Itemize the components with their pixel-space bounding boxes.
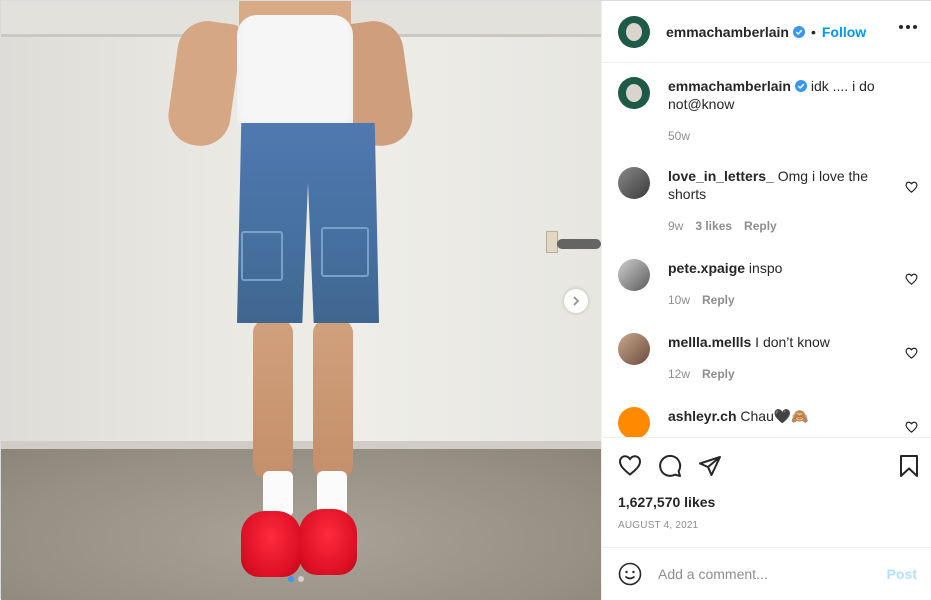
avatar[interactable] — [618, 407, 650, 437]
more-options-button[interactable] — [899, 25, 917, 29]
caption-body: emmachamberlain idk .... i do not@know 5… — [668, 77, 908, 145]
reply-button[interactable]: Reply — [744, 217, 777, 235]
comment-username[interactable]: ashleyr.ch — [668, 408, 737, 424]
comment-item: mellla.mellls I don’t know 12w Reply — [618, 333, 918, 383]
photo-tank-top — [237, 15, 353, 131]
more-icon-dot — [906, 25, 910, 29]
comment-likes[interactable]: 3 likes — [695, 217, 732, 235]
share-icon[interactable] — [698, 454, 722, 478]
photo-pocket-left — [241, 231, 283, 281]
avatar[interactable] — [618, 77, 650, 109]
comment-item: love_in_letters_ Omg i love the shorts 9… — [618, 167, 918, 235]
photo-leg-left — [253, 319, 293, 479]
chevron-right-icon — [573, 296, 580, 306]
post-actions: 1,627,570 likes AUGUST 4, 2021 — [602, 437, 931, 547]
avatar[interactable] — [618, 167, 650, 199]
heart-icon[interactable] — [618, 454, 642, 476]
follow-button[interactable]: Follow — [822, 24, 866, 40]
comment-icon[interactable] — [658, 454, 682, 478]
timestamp[interactable]: 10w — [668, 291, 690, 309]
carousel-dot-active — [288, 576, 294, 582]
header-username[interactable]: emmachamberlain — [666, 24, 789, 40]
comment-body: ashleyr.ch Chau🖤🙈 — [668, 407, 908, 437]
avatar[interactable] — [618, 333, 650, 365]
post-date: AUGUST 4, 2021 — [618, 520, 699, 531]
comment-body: pete.xpaige inspo 10w Reply — [668, 259, 908, 309]
timestamp[interactable]: 12w — [668, 365, 690, 383]
timestamp[interactable]: 50w — [668, 127, 690, 145]
comment-username[interactable]: love_in_letters_ — [668, 168, 774, 184]
photo-slipper-left — [241, 511, 301, 577]
header-separator: • — [810, 23, 816, 40]
avatar[interactable] — [618, 259, 650, 291]
next-slide-button[interactable] — [564, 289, 588, 313]
caption-username[interactable]: emmachamberlain — [668, 78, 791, 94]
carousel-dot — [298, 576, 304, 582]
comment-meta: 10w Reply — [668, 291, 908, 309]
more-icon-dot — [913, 25, 917, 29]
comment-text: inspo — [748, 260, 783, 276]
comment-input[interactable] — [658, 566, 878, 582]
reply-button[interactable]: Reply — [702, 365, 735, 383]
heart-icon[interactable] — [905, 421, 918, 433]
carousel-dots — [288, 576, 304, 582]
photo-slipper-right — [299, 509, 357, 575]
heart-icon[interactable] — [905, 181, 918, 193]
comment-text: Chau🖤🙈 — [740, 408, 809, 424]
comment-meta: 12w Reply — [668, 365, 908, 383]
post-modal: emmachamberlain • Follow emmachamberlain… — [0, 0, 931, 600]
post-side-panel: emmachamberlain • Follow emmachamberlain… — [601, 1, 931, 600]
comment-item: ashleyr.ch Chau🖤🙈 — [618, 407, 918, 437]
avatar[interactable] — [618, 15, 650, 48]
heart-icon[interactable] — [905, 273, 918, 285]
caption-meta: 50w — [668, 127, 908, 145]
comment-meta: 9w 3 likes Reply — [668, 217, 908, 235]
comment-body: mellla.mellls I don’t know 12w Reply — [668, 333, 908, 383]
comment-item: pete.xpaige inspo 10w Reply — [618, 259, 918, 309]
photo-wire — [557, 239, 601, 249]
post-header: emmachamberlain • Follow — [602, 1, 931, 63]
verified-badge-icon — [792, 25, 805, 38]
heart-icon[interactable] — [905, 347, 918, 359]
post-comment-button[interactable]: Post — [887, 566, 917, 582]
bookmark-icon[interactable] — [899, 454, 919, 478]
comment-username[interactable]: pete.xpaige — [668, 260, 745, 276]
reply-button[interactable]: Reply — [702, 291, 735, 309]
comments-list[interactable]: emmachamberlain idk .... i do not@know 5… — [602, 63, 931, 437]
likes-count[interactable]: 1,627,570 likes — [618, 494, 715, 510]
timestamp[interactable]: 9w — [668, 217, 683, 235]
caption: emmachamberlain idk .... i do not@know 5… — [618, 77, 918, 145]
add-comment-bar: Post — [602, 547, 931, 600]
post-photo[interactable] — [1, 1, 601, 600]
comment-body: love_in_letters_ Omg i love the shorts 9… — [668, 167, 908, 235]
comment-username[interactable]: mellla.mellls — [668, 334, 751, 350]
comment-text: I don’t know — [755, 334, 830, 350]
verified-badge-icon — [794, 80, 807, 92]
emoji-icon[interactable] — [618, 562, 642, 586]
more-icon — [899, 25, 903, 29]
photo-pocket-right — [321, 227, 369, 277]
photo-leg-right — [313, 319, 353, 479]
